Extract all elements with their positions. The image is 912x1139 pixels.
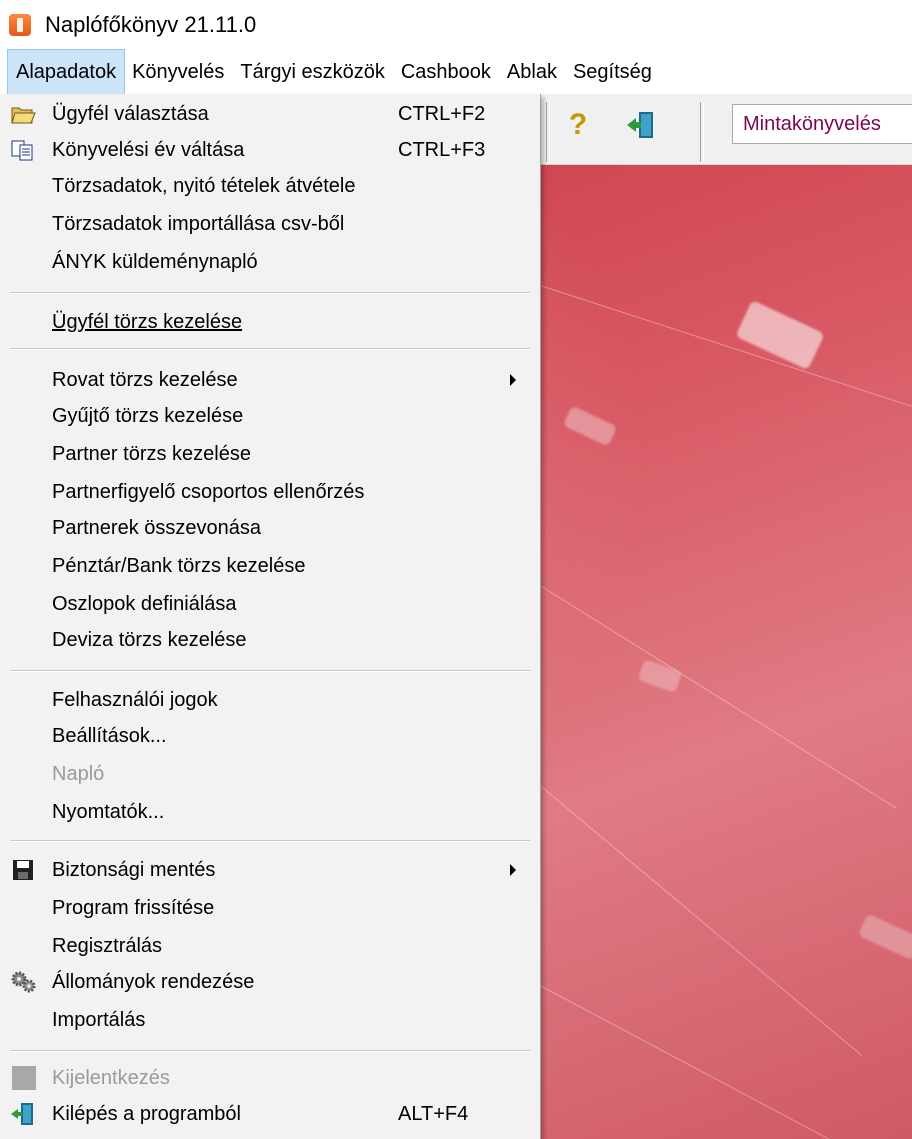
menu-item-label: Regisztrálás (52, 934, 163, 957)
menu-item-label: Kijelentkezés (52, 1066, 170, 1089)
menu-item-nyomtatok[interactable]: Nyomtatók... (0, 794, 540, 830)
menu-item-shortcut: ALT+F4 (398, 1102, 469, 1125)
menu-item-label: Biztonsági mentés (52, 858, 216, 881)
logout-grey-icon (10, 1066, 36, 1090)
background-line (539, 585, 897, 809)
menu-item-kilepes[interactable]: Kilépés a programból ALT+F4 (0, 1096, 540, 1132)
menu-item-label: Rovat törzs kezelése (52, 368, 238, 391)
exit-door-icon (10, 1102, 36, 1126)
menu-item-regisztralas[interactable]: Regisztrálás (0, 928, 540, 964)
menu-item-label: Deviza törzs kezelése (52, 628, 247, 651)
menu-konyveles[interactable]: Könyvelés (124, 50, 232, 94)
menu-item-ugyfel-torzs[interactable]: Ügyfél törzs kezelése (0, 304, 540, 340)
menu-item-shortcut: CTRL+F3 (398, 138, 486, 161)
menu-item-deviza-torzs[interactable]: Deviza törzs kezelése (0, 622, 540, 658)
menu-item-label: Felhasználói jogok (52, 688, 218, 711)
exit-door-icon[interactable] (625, 108, 659, 142)
submenu-arrow-icon (510, 864, 516, 876)
toolbar-separator (700, 102, 704, 162)
menu-item-label: Állományok rendezése (52, 970, 255, 993)
copy-documents-icon (10, 138, 36, 162)
background-highlight (637, 658, 683, 694)
menu-item-label: Ügyfél választása (52, 102, 209, 125)
menu-item-beallitasok[interactable]: Beállítások... (0, 718, 540, 754)
window-title: Naplófőkönyv 21.11.0 (45, 12, 257, 37)
menu-item-ugyfel-valasztasa[interactable]: Ügyfél választása CTRL+F2 (0, 96, 540, 132)
menu-item-label: Törzsadatok, nyitó tételek átvétele (52, 174, 356, 197)
menu-item-partnerfigyelo[interactable]: Partnerfigyelő csoportos ellenőrzés (0, 474, 540, 510)
menu-separator (10, 348, 530, 350)
menu-item-label: Program frissítése (52, 896, 215, 919)
background-line (539, 985, 912, 1139)
menu-item-oszlopok-definialasa[interactable]: Oszlopok definiálása (0, 586, 540, 622)
menu-item-kijelentkezes: Kijelentkezés (0, 1060, 540, 1096)
menu-separator (10, 670, 530, 672)
gears-icon (10, 970, 36, 994)
menu-item-label: Könyvelési év váltása (52, 138, 245, 161)
menu-item-label: Törzsadatok importállása csv-ből (52, 212, 345, 235)
menu-item-label: Pénztár/Bank törzs kezelése (52, 554, 306, 577)
menu-separator (10, 292, 530, 294)
background-highlight (735, 299, 825, 371)
menu-item-felhasznaloi-jogok[interactable]: Felhasználói jogok (0, 682, 540, 718)
company-name-field[interactable]: Mintakönyvelés (732, 104, 912, 144)
menu-item-gyujto-torzs[interactable]: Gyűjtő törzs kezelése (0, 398, 540, 434)
menu-segitseg[interactable]: Segítség (565, 50, 660, 94)
menu-item-anyk-kuldemenynaplo[interactable]: ÁNYK küldeménynapló (0, 244, 540, 280)
menu-item-shortcut: CTRL+F2 (398, 102, 486, 125)
menu-targyi-eszkozok[interactable]: Tárgyi eszközök (232, 50, 393, 94)
menu-item-partnerek-osszevonasa[interactable]: Partnerek összevonása (0, 510, 540, 546)
menu-item-label: Partnerek összevonása (52, 516, 262, 539)
menu-item-torzsadatok-importalasa[interactable]: Törzsadatok importállása csv-ből (0, 206, 540, 242)
menu-item-importalas[interactable]: Importálás (0, 1002, 540, 1038)
menu-ablak[interactable]: Ablak (499, 50, 565, 94)
background-highlight (857, 913, 912, 961)
menu-bar: Alapadatok Könyvelés Tárgyi eszközök Cas… (0, 49, 912, 95)
menu-item-partner-torzs[interactable]: Partner törzs kezelése (0, 436, 540, 472)
menu-item-label: Gyűjtő törzs kezelése (52, 404, 244, 427)
menu-item-label: Kilépés a programból (52, 1102, 241, 1125)
menu-cashbook[interactable]: Cashbook (393, 50, 499, 94)
menu-item-label: Beállítások... (52, 724, 167, 747)
background-highlight (562, 405, 618, 447)
menu-item-penztar-bank-torzs[interactable]: Pénztár/Bank törzs kezelése (0, 548, 540, 584)
menu-item-label: Importálás (52, 1008, 146, 1031)
submenu-arrow-icon (510, 374, 516, 386)
menu-separator (10, 1050, 530, 1052)
menu-item-naplo: Napló (0, 756, 540, 792)
menu-item-label: ÁNYK küldeménynapló (52, 250, 258, 273)
menu-item-torzsadatok-atvetele[interactable]: Törzsadatok, nyitó tételek átvétele (0, 168, 540, 204)
menu-separator (10, 840, 530, 842)
menu-item-label: Ügyfél törzs kezelése (52, 310, 243, 333)
menu-item-label: Partner törzs kezelése (52, 442, 251, 465)
toolbar-separator (546, 102, 550, 162)
menu-item-allomanyok-rendezese[interactable]: Állományok rendezése (0, 964, 540, 1000)
open-folder-icon (10, 102, 36, 126)
menu-item-konyvelesi-ev-valtasa[interactable]: Könyvelési év váltása CTRL+F3 (0, 132, 540, 168)
background-line (539, 285, 912, 416)
alapadatok-dropdown-menu: Ügyfél választása CTRL+F2 Könyvelési év … (0, 94, 541, 1139)
menu-item-rovat-torzs[interactable]: Rovat törzs kezelése (0, 362, 540, 398)
title-bar: Naplófőkönyv 21.11.0 (0, 0, 912, 50)
menu-item-program-frissitese[interactable]: Program frissítése (0, 890, 540, 926)
menu-item-label: Partnerfigyelő csoportos ellenőrzés (52, 480, 365, 503)
menu-item-label: Oszlopok definiálása (52, 592, 237, 615)
floppy-disk-icon (10, 858, 36, 882)
app-icon (9, 14, 31, 36)
question-icon[interactable]: ? (563, 108, 593, 142)
menu-item-biztonsagi-mentes[interactable]: Biztonsági mentés (0, 852, 540, 888)
background-line (539, 785, 863, 1056)
menu-item-label: Napló (52, 762, 105, 785)
menu-alapadatok[interactable]: Alapadatok (6, 49, 126, 95)
menu-item-label: Nyomtatók... (52, 800, 165, 823)
